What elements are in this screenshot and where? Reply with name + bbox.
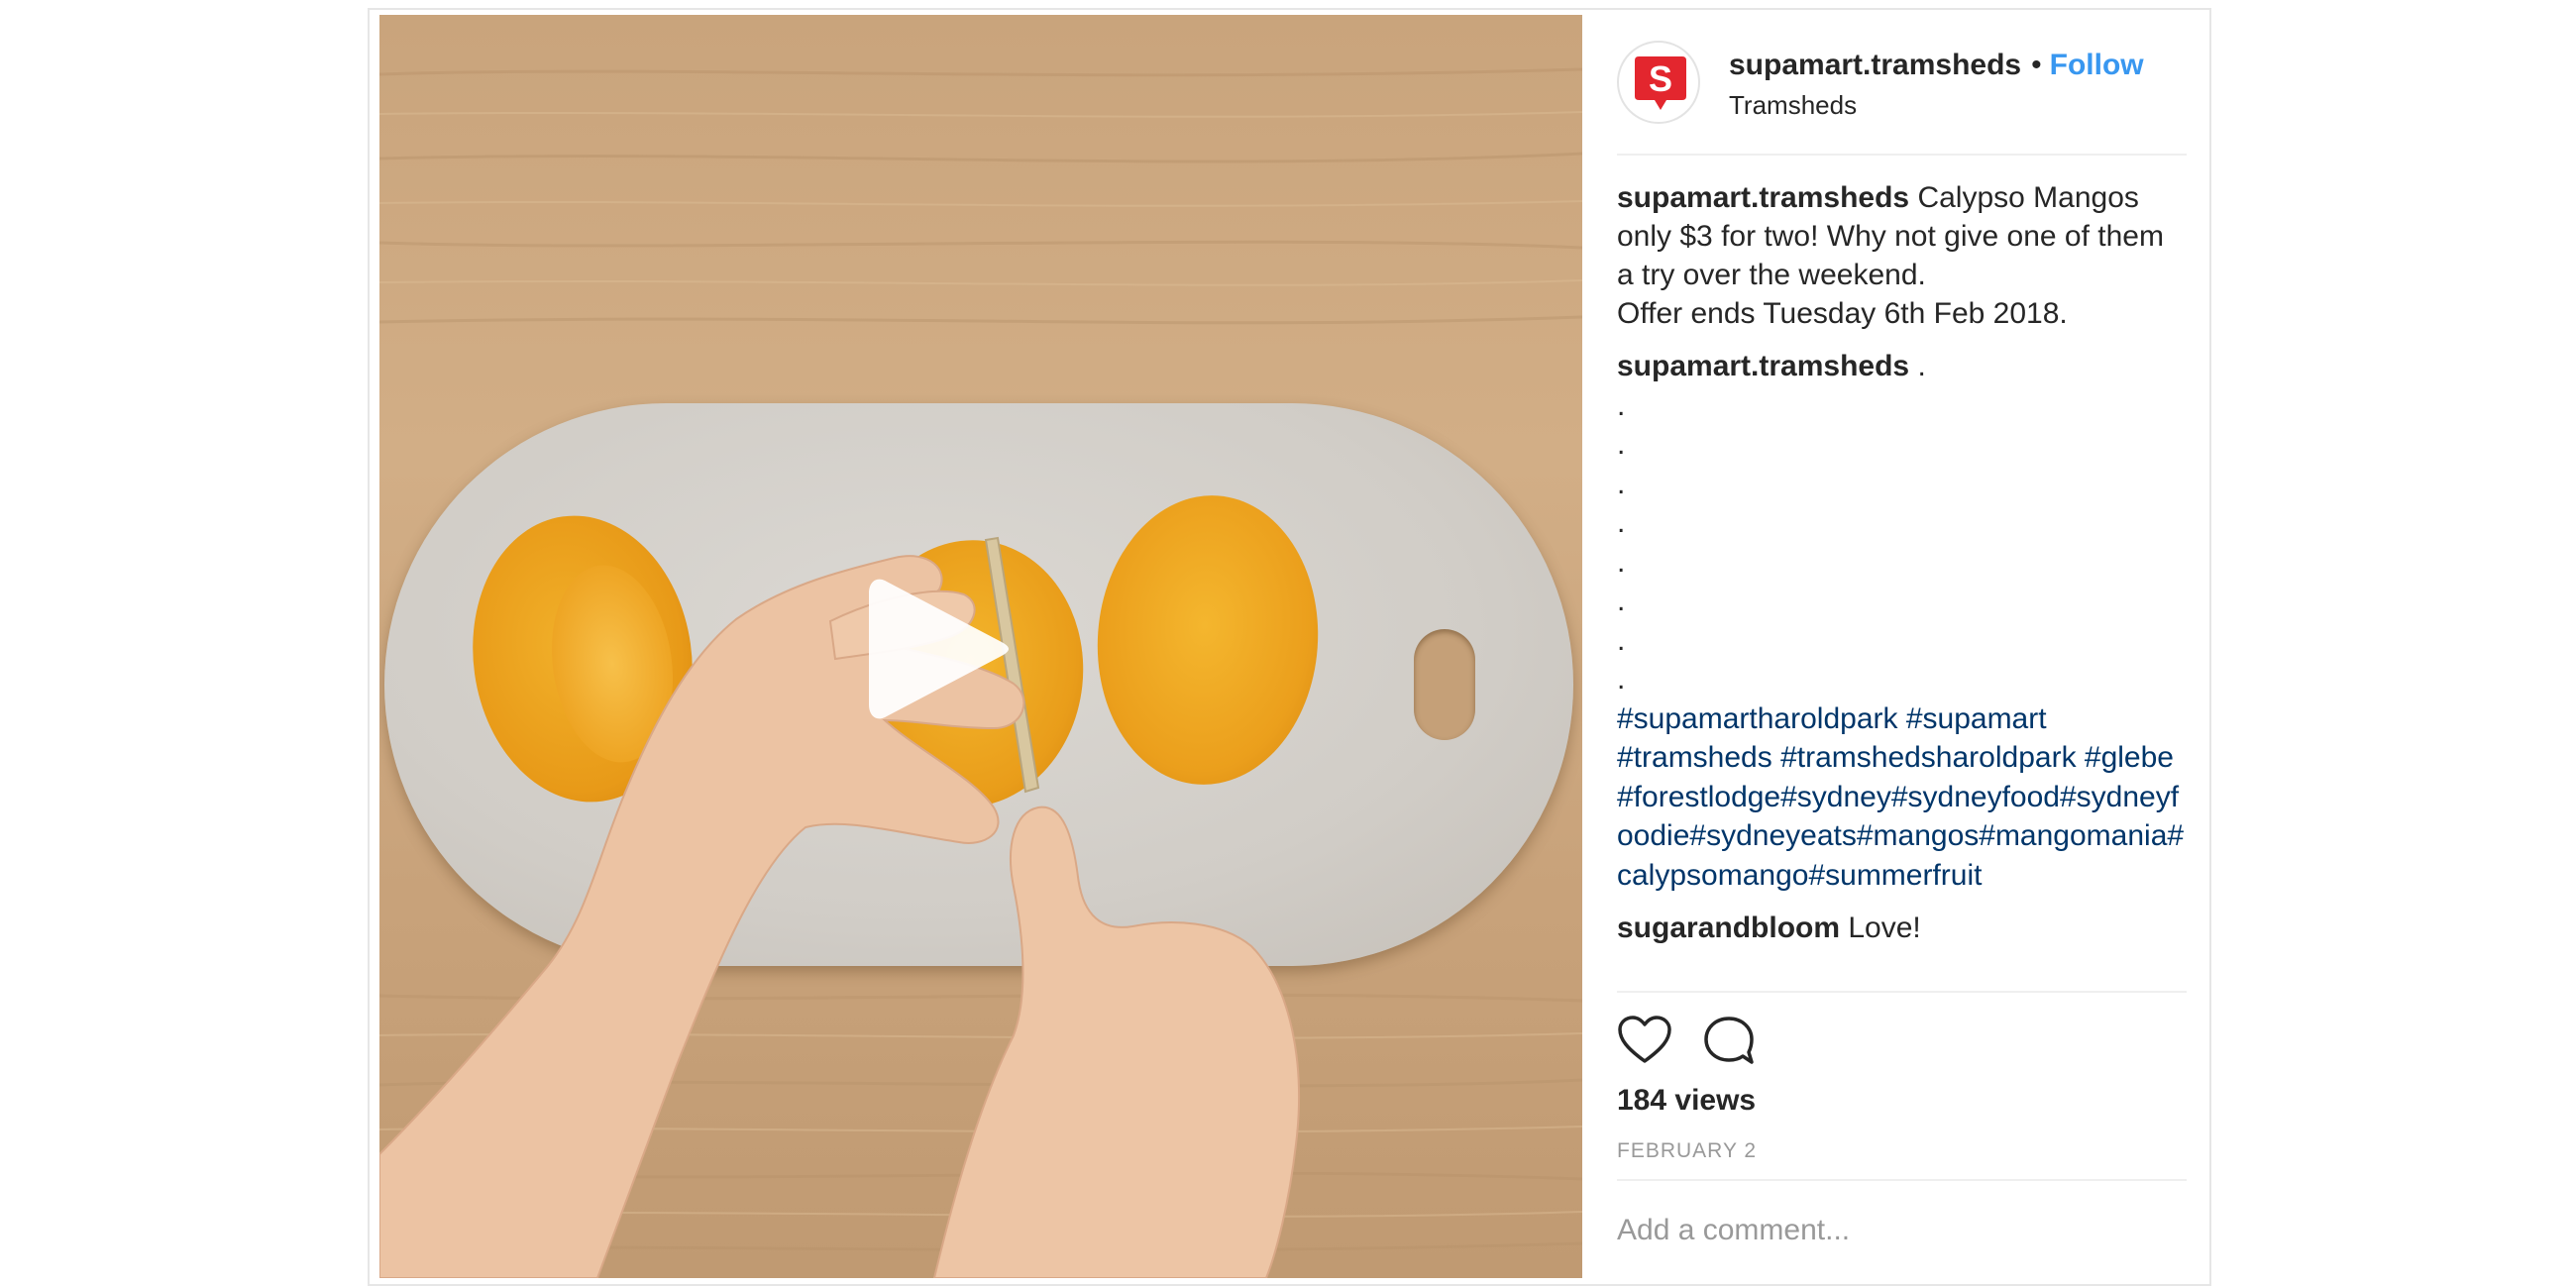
follow-button[interactable]: Follow (2050, 49, 2144, 81)
post-details-panel: S supamart.tramsheds • Follow Tramsheds su… (1605, 10, 2209, 1284)
reply-username[interactable]: sugarandbloom (1617, 912, 1840, 944)
hashtag-line[interactable]: #forestlodge#sydney#sydneyfood#sydneyf (1617, 778, 2209, 817)
dot-line: . (1617, 585, 1626, 617)
dot-line: . (1617, 623, 1626, 657)
header-user-line: supamart.tramsheds • Follow (1729, 49, 2144, 82)
avatar[interactable]: S (1617, 41, 1700, 124)
hashtag-comment-username[interactable]: supamart.tramsheds (1617, 350, 1909, 382)
caption-username[interactable]: supamart.tramsheds (1617, 181, 1909, 214)
post-header: S supamart.tramsheds • Follow Tramsheds (1617, 35, 2187, 156)
hashtag-line[interactable]: calypsomango#summerfruit (1617, 856, 2209, 896)
caption-line-2: only $3 for two! Why not give one of the… (1617, 220, 2164, 253)
caption-comment: supamart.tramsheds Calypso Mangos only $… (1617, 178, 2209, 333)
view-count[interactable]: 184 views (1617, 1084, 1756, 1118)
play-icon[interactable] (865, 570, 1014, 728)
hashtag-list: #supamartharoldpark #supamart #tramsheds… (1617, 699, 2209, 896)
hashtag-line[interactable]: #supamartharoldpark #supamart (1617, 699, 2209, 739)
post-date[interactable]: FEBRUARY 2 (1617, 1139, 1757, 1163)
caption-text-1: Calypso Mangos (1917, 181, 2139, 214)
reply-text: Love! (1848, 912, 1921, 944)
action-icons (1617, 1015, 1815, 1070)
hashtag-comment-text: . (1917, 350, 1926, 382)
add-comment-section (1617, 1179, 2187, 1280)
add-comment-input[interactable] (1617, 1209, 2172, 1252)
caption-line-4: Offer ends Tuesday 6th Feb 2018. (1617, 297, 2068, 330)
post-actions: 184 views FEBRUARY 2 (1617, 991, 2187, 1162)
hashtag-line[interactable]: #tramsheds #tramshedsharoldpark #glebe (1617, 738, 2209, 778)
heart-icon[interactable] (1617, 1015, 1672, 1066)
avatar-logo: S (1635, 56, 1686, 110)
location-link[interactable]: Tramsheds (1729, 90, 1857, 121)
separator-dot: • (2031, 49, 2042, 81)
hashtag-line[interactable]: oodie#sydneyeats#mangos#mangomania# (1617, 816, 2209, 856)
comment-icon[interactable] (1702, 1015, 1756, 1068)
caption-line-3: a try over the weekend. (1617, 259, 1926, 291)
hashtag-comment: supamart.tramsheds . . . . . . . . . #su… (1617, 347, 2209, 895)
caption-line-1: supamart.tramsheds Calypso Mangos (1617, 181, 2139, 214)
avatar-letter: S (1649, 58, 1672, 99)
header-username[interactable]: supamart.tramsheds (1729, 49, 2021, 81)
reply-comment: sugarandbloom Love! (1617, 909, 2209, 947)
hashtag-comment-head: supamart.tramsheds . (1617, 347, 2209, 386)
dot-line: . (1617, 545, 1626, 579)
dot-line: . (1617, 388, 1626, 422)
dot-line: . (1617, 663, 1626, 696)
dot-line: . (1617, 467, 1626, 500)
comments-area: supamart.tramsheds Calypso Mangos only $… (1617, 178, 2209, 947)
post-video[interactable] (379, 15, 1582, 1278)
dot-line: . (1617, 506, 1626, 539)
dot-line: . (1617, 428, 1626, 461)
post-card: S supamart.tramsheds • Follow Tramsheds su… (368, 8, 2211, 1286)
